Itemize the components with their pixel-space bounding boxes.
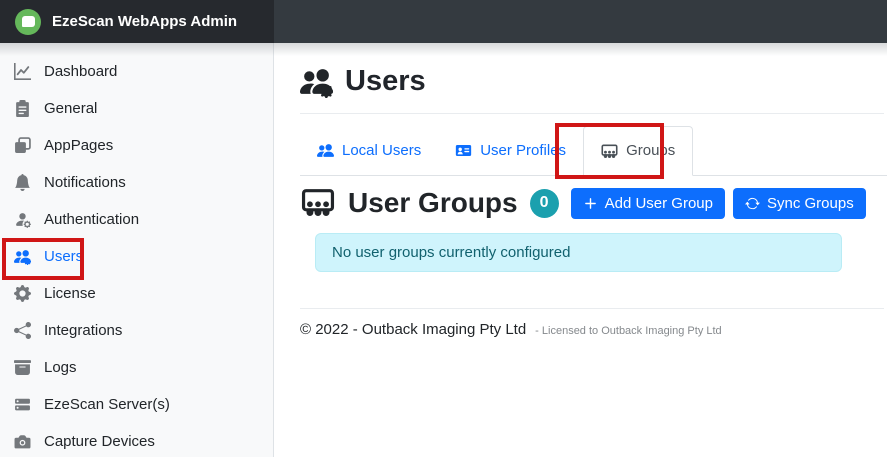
sidebar-item-logs[interactable]: Logs: [0, 349, 273, 386]
sidebar-item-label: General: [44, 100, 97, 117]
section-title: User Groups: [348, 187, 518, 219]
navbar-spacer: [274, 0, 887, 43]
share-icon: [14, 322, 31, 339]
page-title: Users: [345, 65, 426, 98]
sync-icon: [745, 196, 760, 211]
sidebar-item-label: Integrations: [44, 322, 122, 339]
sidebar: Dashboard General AppPages Notifications…: [0, 43, 274, 457]
footer-divider: [300, 308, 884, 309]
person-gear-icon: [14, 211, 31, 228]
sidebar-item-capture-devices[interactable]: Capture Devices: [0, 423, 273, 457]
navbar-brand: EzeScan WebApps Admin: [0, 0, 274, 43]
id-card-icon: [455, 142, 472, 159]
tab-user-profiles[interactable]: User Profiles: [438, 126, 583, 175]
title-divider: [300, 113, 884, 114]
tab-local-users[interactable]: Local Users: [300, 126, 438, 175]
sidebar-item-authentication[interactable]: Authentication: [0, 201, 273, 238]
archive-icon: [14, 359, 31, 376]
sidebar-item-label: Users: [44, 248, 83, 265]
sidebar-item-label: EzeScan Server(s): [44, 396, 170, 413]
bell-icon: [14, 174, 31, 191]
pages-icon: [14, 137, 31, 154]
group-frame-icon: [300, 186, 336, 220]
people-icon: [317, 142, 334, 159]
sidebar-item-label: Logs: [44, 359, 77, 376]
group-frame-icon: [601, 143, 618, 160]
footer: © 2022 - Outback Imaging Pty Ltd - Licen…: [300, 321, 887, 338]
tab-groups[interactable]: Groups: [583, 126, 693, 176]
sidebar-item-integrations[interactable]: Integrations: [0, 312, 273, 349]
add-user-group-button[interactable]: Add User Group: [571, 188, 725, 219]
top-navbar: EzeScan WebApps Admin: [0, 0, 887, 43]
sidebar-item-label: Notifications: [44, 174, 126, 191]
sidebar-item-label: License: [44, 285, 96, 302]
tab-bar: Local Users User Profiles Groups: [300, 126, 887, 176]
sidebar-item-apppages[interactable]: AppPages: [0, 127, 273, 164]
button-label: Sync Groups: [767, 195, 854, 212]
plus-icon: [583, 196, 598, 211]
tab-label: User Profiles: [480, 141, 566, 161]
button-label: Add User Group: [605, 195, 713, 212]
sidebar-item-license[interactable]: License: [0, 275, 273, 312]
group-count-badge: 0: [530, 189, 559, 218]
page-title-row: Users: [300, 65, 887, 98]
copyright-text: © 2022 - Outback Imaging Pty Ltd: [300, 321, 526, 338]
sidebar-item-label: Dashboard: [44, 63, 117, 80]
sidebar-item-label: Capture Devices: [44, 433, 155, 450]
sidebar-item-users[interactable]: Users: [0, 238, 273, 275]
sidebar-item-label: AppPages: [44, 137, 113, 154]
sidebar-item-dashboard[interactable]: Dashboard: [0, 53, 273, 90]
ezescan-admin-window: EzeScan WebApps Admin Dashboard General …: [0, 0, 887, 457]
server-icon: [14, 396, 31, 413]
sidebar-item-label: Authentication: [44, 211, 139, 228]
app-title: EzeScan WebApps Admin: [52, 13, 237, 30]
users-gear-icon: [14, 248, 31, 265]
tab-label: Groups: [626, 141, 675, 161]
license-note: - Licensed to Outback Imaging Pty Ltd: [535, 325, 722, 337]
main-content: Users Local Users User Profiles Groups U…: [275, 43, 887, 457]
ezescan-logo-icon: [15, 9, 41, 35]
sidebar-item-notifications[interactable]: Notifications: [0, 164, 273, 201]
sidebar-item-general[interactable]: General: [0, 90, 273, 127]
clipboard-icon: [14, 100, 31, 117]
gear-icon: [14, 285, 31, 302]
camera-icon: [14, 433, 31, 450]
sync-groups-button[interactable]: Sync Groups: [733, 188, 866, 219]
sidebar-item-ezescan-servers[interactable]: EzeScan Server(s): [0, 386, 273, 423]
dashboard-icon: [14, 63, 31, 80]
users-gear-icon: [300, 65, 333, 98]
user-groups-header: User Groups 0 Add User Group Sync Groups: [300, 186, 887, 220]
empty-groups-alert: No user groups currently configured: [315, 233, 842, 272]
tab-label: Local Users: [342, 141, 421, 161]
